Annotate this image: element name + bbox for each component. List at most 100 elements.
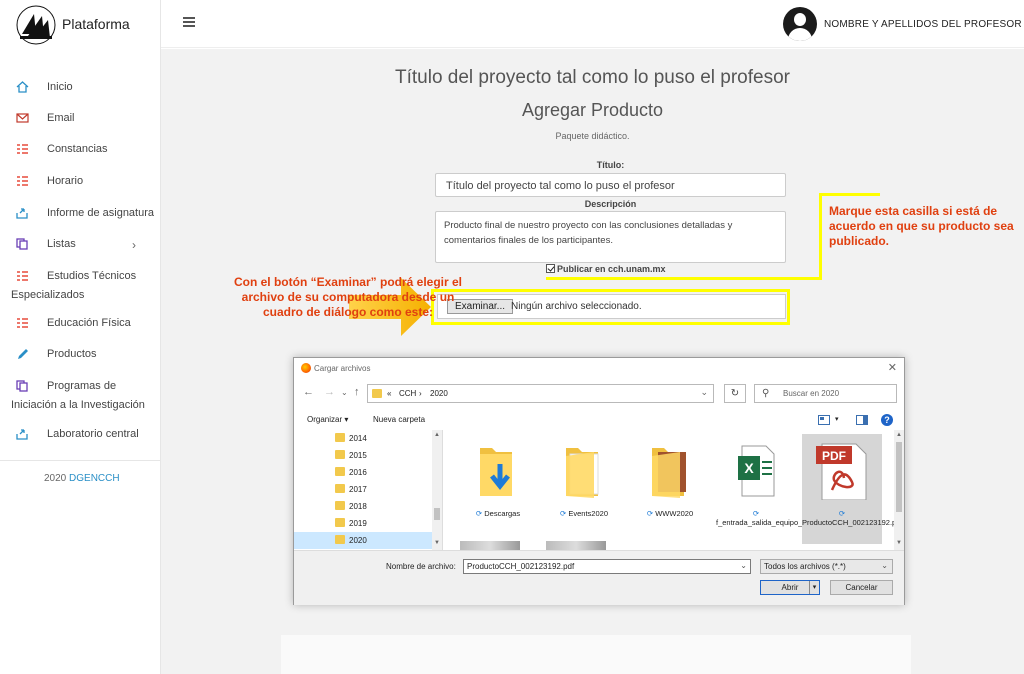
tree-item[interactable]: 2017: [294, 481, 433, 498]
sidebar-item-educacion-fisica[interactable]: Educación Física: [0, 314, 160, 334]
view-dropdown-icon[interactable]: ▾: [835, 415, 839, 423]
file-thumbnail: [546, 541, 606, 550]
tree-item[interactable]: 2018: [294, 498, 433, 515]
address-bar[interactable]: « CCH › 2020 ⌄: [367, 384, 714, 403]
file-item-selected[interactable]: PDF ⟳ ProductoCCH_002123192.pdf: [802, 434, 903, 544]
user-name[interactable]: NOMBRE Y APELLIDOS DEL PROFESOR: [824, 19, 1022, 30]
sidebar-item-constancias[interactable]: Constancias: [0, 140, 160, 160]
path-overflow[interactable]: «: [387, 389, 391, 398]
publish-checkbox[interactable]: [546, 264, 555, 273]
path-segment[interactable]: 2020: [430, 389, 448, 398]
file-item[interactable]: ⟳ Descargas: [458, 434, 538, 544]
tree-item-label: 2014: [349, 434, 367, 443]
list-icon: [17, 144, 28, 154]
firefox-icon: [301, 363, 311, 373]
folder-icon: [335, 433, 345, 442]
sidebar-item-informe[interactable]: Informe de asignatura: [0, 204, 160, 224]
new-folder-button[interactable]: Nueva carpeta: [373, 415, 425, 424]
dialog-toolbar: Organizar ▾ Nueva carpeta ▾ ?: [294, 411, 904, 431]
forward-arrow-icon[interactable]: →: [324, 386, 335, 398]
open-dropdown-icon[interactable]: ▾: [809, 581, 819, 594]
sidebar-item-estudios[interactable]: Estudios Técnicos Especializados: [0, 267, 160, 305]
annotation-browse: Con el botón “Examinar” podrá elegir el …: [233, 275, 463, 319]
footer-org-link[interactable]: DGENCCH: [69, 473, 120, 484]
sidebar-item-programas[interactable]: Programas de Iniciación a la Investigaci…: [0, 377, 160, 415]
school-logo-icon: [16, 5, 56, 45]
page-title: Agregar Producto: [521, 100, 664, 120]
svg-text:PDF: PDF: [822, 449, 846, 463]
up-arrow-icon[interactable]: ↑: [354, 386, 360, 398]
sidebar-item-label: Constancias: [47, 143, 108, 155]
folder-icon: [335, 501, 345, 510]
filename-input[interactable]: ProductoCCH_002123192.pdf ⌄: [463, 559, 751, 574]
sidebar-item-listas[interactable]: Listas ›: [0, 235, 160, 255]
share-icon: [16, 208, 28, 219]
sidebar-item-label: Productos: [47, 348, 97, 360]
filetype-select[interactable]: Todos los archivos (*.*) ⌄: [760, 559, 893, 574]
organize-button[interactable]: Organizar ▾: [307, 415, 348, 424]
filetype-value: Todos los archivos (*.*): [764, 562, 846, 571]
highlight-line: [819, 193, 880, 196]
form-card-footer: [281, 635, 911, 674]
file-item[interactable]: ⟳ WWW2020: [630, 434, 710, 544]
description-label: Descripción: [584, 199, 637, 209]
tree-item[interactable]: 2014: [294, 430, 433, 447]
open-button[interactable]: Abrir ▾: [760, 580, 820, 595]
dialog-title: Cargar archivos: [314, 364, 371, 373]
tree-item[interactable]: 2016: [294, 464, 433, 481]
tree-item[interactable]: 2015: [294, 447, 433, 464]
tree-item-selected[interactable]: 2020: [294, 532, 433, 549]
folder-icon: [652, 448, 686, 498]
menu-toggle-icon[interactable]: [183, 17, 195, 27]
chevron-right-icon: ›: [132, 238, 136, 252]
path-separator: ›: [419, 389, 422, 398]
cancel-button[interactable]: Cancelar: [830, 580, 893, 595]
excel-file-icon: X: [738, 445, 775, 497]
folder-icon: [335, 518, 345, 527]
sidebar-item-label: Horario: [47, 175, 84, 187]
file-thumbnail: [460, 541, 520, 550]
sidebar-item-horario[interactable]: Horario: [0, 172, 160, 192]
folder-icon: [335, 450, 345, 459]
folder-icon: [566, 448, 599, 498]
file-item[interactable]: X ⟳ f_entrada_salida_equipo_mobiliario.x…: [716, 434, 850, 544]
sidebar-item-email[interactable]: Email: [0, 109, 160, 129]
description-textarea[interactable]: Producto final de nuestro proyecto con l…: [435, 211, 786, 263]
sidebar: Inicio Email Constancias Horario Informe…: [0, 48, 161, 674]
user-avatar[interactable]: [783, 7, 817, 41]
file-input[interactable]: Examinar... Ningún archivo seleccionado.: [437, 294, 786, 319]
help-icon[interactable]: ?: [881, 414, 893, 426]
chevron-down-icon[interactable]: ⌄: [700, 387, 708, 398]
close-icon[interactable]: ✕: [888, 361, 897, 374]
search-input[interactable]: ⚲ Buscar en 2020: [754, 384, 897, 403]
path-segment[interactable]: CCH: [399, 389, 416, 398]
preview-pane-icon[interactable]: [856, 415, 868, 425]
refresh-button[interactable]: ↻: [724, 384, 746, 403]
chevron-down-icon[interactable]: ⌄: [740, 561, 747, 570]
downloads-folder-icon: [480, 448, 512, 496]
files-scrollbar[interactable]: ▲ ▼: [894, 430, 904, 550]
sidebar-footer: 2020 DGENCCH: [44, 473, 120, 484]
back-arrow-icon[interactable]: ←: [303, 386, 314, 398]
file-name: ⟳ f_entrada_salida_equipo_mobiliario.xls…: [716, 509, 850, 527]
publish-checkbox-row[interactable]: Publicar en cch.unam.mx: [546, 264, 666, 274]
file-item[interactable]: ⟳ Events2020: [544, 434, 624, 544]
file-list: ⟳ Descargas ⟳ Events2020 ⟳ WWW2020 X ⟳ f…: [444, 430, 904, 550]
tree-item[interactable]: 2019: [294, 515, 433, 532]
sidebar-item-productos[interactable]: Productos: [0, 345, 160, 365]
refresh-icon: ↻: [730, 388, 740, 399]
sidebar-item-laboratorio[interactable]: Laboratorio central: [0, 425, 160, 445]
tree-scrollbar[interactable]: ▲ ▼: [432, 430, 442, 550]
view-options-icon[interactable]: [818, 415, 830, 425]
title-label: Título:: [596, 160, 625, 170]
share-icon: [16, 429, 28, 440]
sidebar-item-inicio[interactable]: Inicio: [0, 78, 160, 98]
highlight-line: [819, 193, 822, 280]
folder-icon: [335, 467, 345, 476]
svg-text:X: X: [744, 460, 754, 476]
recent-dropdown-icon[interactable]: ⌄: [341, 388, 348, 397]
brand[interactable]: Plataforma: [0, 0, 161, 48]
sidebar-item-label: Educación Física: [47, 317, 131, 329]
sidebar-item-label: Estudios Técnicos Especializados: [11, 270, 137, 301]
title-input[interactable]: Título del proyecto tal como lo puso el …: [435, 173, 786, 197]
